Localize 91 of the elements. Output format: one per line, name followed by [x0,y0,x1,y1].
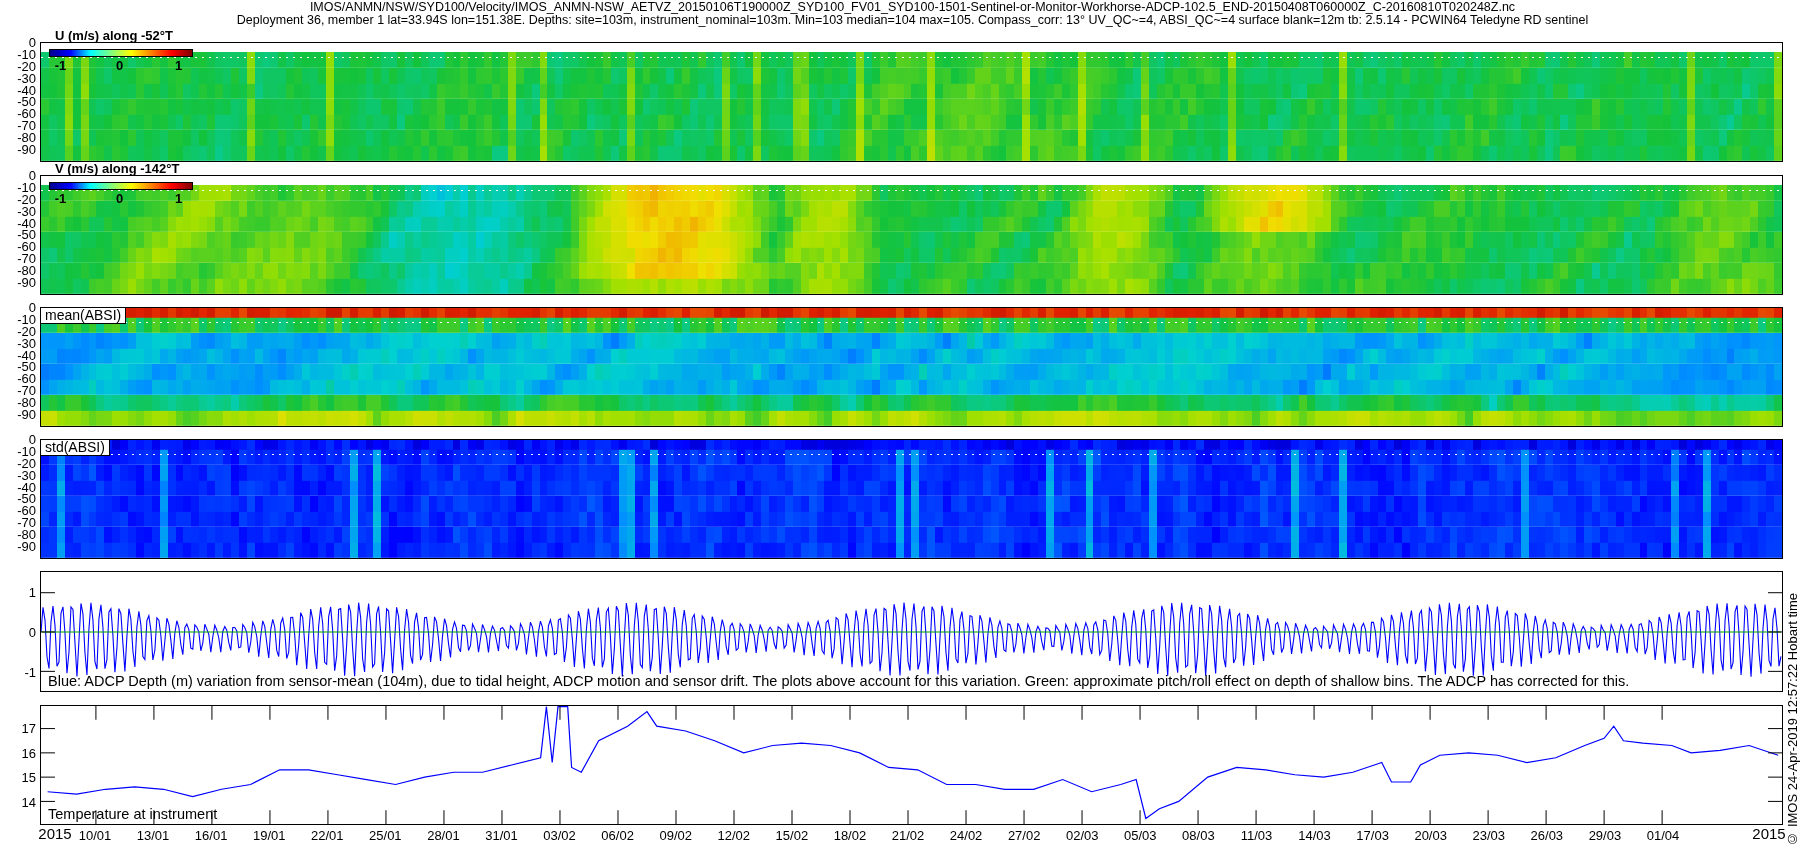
axis-tick-label: -10 [17,180,36,194]
axis-tick-label: -60 [17,239,36,253]
axis-tick-label: 05/03 [1124,829,1157,843]
axis-tick-label: 18/02 [833,829,867,843]
axis-tick-label: -20 [17,192,36,206]
axis-tick-label: 25/01 [369,829,402,843]
axis-tick-label: -20 [17,456,36,470]
axis-tick-label: 21/02 [891,829,925,843]
axis-tick-label: -60 [17,503,36,517]
axis-tick-label: 28/01 [427,829,460,843]
colorbar-tick-label: 1 [175,59,183,72]
axis-tick-label: 31/01 [485,829,518,843]
axis-tick-label: -40 [17,216,36,229]
axis-tick-label: -90 [17,275,36,289]
axis-tick-label: -40 [17,348,36,361]
axis-tick-label: 09/02 [659,829,692,843]
axis-tick-label: -90 [17,142,36,156]
axis-tick-label: -90 [17,539,36,553]
axis-tick-label: 26/03 [1530,829,1564,843]
axis-tick-label: -30 [17,336,36,350]
panel-title: U (m/s) along -52°T [55,29,173,42]
axis-tick-label: 17/03 [1356,829,1389,843]
axis-tick-label: -70 [17,251,36,265]
axis-tick-label: -10 [17,47,36,61]
axis-tick-label: 15/02 [775,829,809,843]
axis-tick-label: 23/03 [1472,829,1505,843]
axis-tick-label: -10 [17,444,36,458]
axis-tick-label: -90 [17,407,36,421]
axis-tick-label: 0 [28,432,36,446]
axis-tick-label: -20 [17,59,36,73]
axis-tick-label: -70 [17,118,36,132]
plot-title: Deployment 36, member 1 lat=33.94S lon=151.38E. Depths: site=103m, instrument_nominal=103m. Min=103 median=104 max=105. Compass_corr: 13° UV_QC~=4, ABSI_QC~=4 surface blank=12m tb: 2.5.14 - PCWIN64 Teledyne RD sentinel [236,14,1589,27]
axis-tick-label: -60 [17,106,36,120]
axis-tick-label: 06/02 [601,829,634,843]
axis-tick-label: -10 [17,312,36,326]
plot-caption: Blue: ADCP Depth (m) variation from sensor-mean (104m), due to tidal height, ADCP motion and sensor drift. The plots above account for this variation. Green: approximate pitch/roll effect on depth of shallow bins. The ADCP has corrected for this. [48,673,1630,689]
axis-tick-label: -50 [17,227,36,241]
axis-tick-label: 24/02 [949,829,983,843]
axis-tick-label: 16 [21,746,36,760]
axis-tick-label: -80 [17,527,36,541]
axis-tick-label: 02/03 [1065,829,1099,843]
axis-tick-label: 1 [28,585,36,599]
axis-tick-label: 03/02 [543,829,576,843]
axis-tick-label: -80 [17,130,36,144]
axis-year-label: 2015 [38,826,72,842]
colorbar-tick-label: 1 [175,192,183,205]
axis-tick-label: 29/03 [1588,829,1622,843]
axis-tick-label: 14 [21,795,36,809]
axis-tick-label: 11/03 [1240,829,1273,843]
plot-title: IMOS/ANMN/NSW/SYD100/Velocity/IMOS_ANMN-NSW_AETVZ_20150106T190000Z_SYD100_FV01_SYD100-1501-Sentinel-or-Monitor-Workhorse-ADCP-102.5_END-20150408T060000Z_C-20160810T020248Z.nc [309,1,1516,14]
axis-tick-label: 0 [28,35,36,49]
axis-tick-label: -50 [17,359,36,373]
axis-tick-label: -70 [17,383,36,397]
axis-tick-label: 27/02 [1007,829,1041,843]
panel-label: mean(ABSI) [41,308,127,324]
axis-tick-label: 15 [21,770,36,784]
axis-tick-label: 01/04 [1646,829,1680,843]
axis-tick-label: 0 [28,300,36,314]
timestamp-note: © IMOS 24-Apr-2019 12:57:22 Hobart time [1785,593,1800,846]
axis-tick-label: -40 [17,83,36,96]
axis-tick-label: -20 [17,324,36,338]
axis-tick-label: 17 [21,721,36,735]
axis-tick-label: 08/03 [1182,829,1215,843]
axis-tick-label: 22/01 [311,829,344,843]
panel-title: V (m/s) along -142°T [55,162,180,175]
axis-tick-label: -30 [17,468,36,482]
axis-tick-label: -50 [17,94,36,108]
axis-tick-label: -80 [17,395,36,409]
axis-tick-label: 16/01 [194,829,228,843]
axis-tick-label: -80 [17,263,36,277]
panel-label: std(ABSI) [41,440,110,456]
axis-tick-label: -60 [17,371,36,385]
axis-tick-label: -30 [17,204,36,218]
axis-tick-label: 14/03 [1298,829,1331,843]
colorbar-tick-label: -1 [54,192,67,205]
colorbar-tick-label: 0 [115,192,124,205]
axis-tick-label: -30 [17,71,36,85]
axis-tick-label: -40 [17,480,36,493]
axis-tick-label: -1 [24,665,36,679]
axis-tick-label: 10/01 [78,829,112,843]
colorbar-tick-label: -1 [54,59,67,72]
colorbar-tick-label: 0 [115,59,124,72]
axis-tick-label: -70 [17,515,36,529]
axis-year-label: 2015 [1752,826,1786,842]
axis-tick-label: 20/03 [1414,829,1447,843]
axis-tick-label: 13/01 [136,829,170,843]
axis-tick-label: 0 [28,168,36,182]
axis-tick-label: 0 [28,625,36,639]
axis-tick-label: 19/01 [252,829,286,843]
axis-tick-label: -50 [17,491,36,505]
axis-tick-label: 12/02 [717,829,751,843]
